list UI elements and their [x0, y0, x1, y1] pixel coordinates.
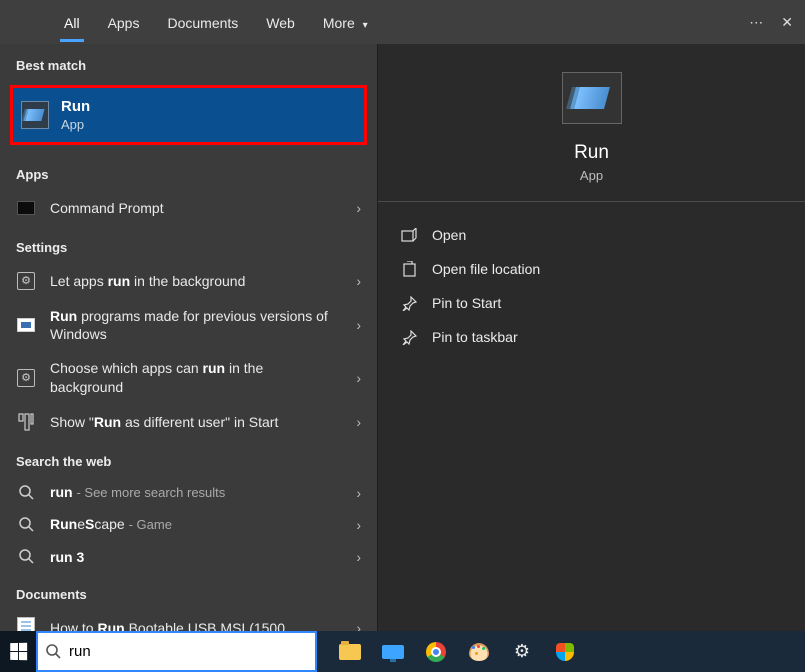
- tab-documents[interactable]: Documents: [153, 5, 252, 39]
- preview-subtitle: App: [580, 168, 603, 183]
- section-web: Search the web: [0, 440, 377, 477]
- action-label: Open file location: [432, 261, 540, 277]
- result-label: Run programs made for previous versions …: [50, 307, 336, 343]
- preview-title: Run: [574, 142, 609, 164]
- taskbar-chrome[interactable]: [421, 637, 451, 667]
- taskbar-settings[interactable]: ⚙: [507, 637, 537, 667]
- chrome-icon: [426, 642, 446, 662]
- windows-logo-icon: [10, 643, 27, 660]
- taskbar-your-phone[interactable]: [378, 637, 408, 667]
- result-label: run 3: [50, 548, 336, 566]
- shield-icon: [556, 643, 574, 661]
- run-icon: [21, 101, 49, 129]
- location-icon: [400, 259, 418, 279]
- monitor-icon: [382, 645, 404, 659]
- search-icon: [16, 483, 36, 503]
- section-best-match: Best match: [0, 44, 377, 81]
- action-pin-to-start[interactable]: Pin to Start: [392, 286, 791, 320]
- result-command-prompt[interactable]: Command Prompt ›: [0, 190, 377, 226]
- chevron-right-icon[interactable]: ›: [350, 370, 367, 386]
- taskbar-security[interactable]: [550, 637, 580, 667]
- chevron-right-icon[interactable]: ›: [350, 317, 367, 333]
- start-button[interactable]: [0, 631, 36, 672]
- action-label: Pin to taskbar: [432, 329, 518, 345]
- chevron-right-icon[interactable]: ›: [350, 620, 367, 631]
- tab-web[interactable]: Web: [252, 5, 309, 39]
- result-let-apps-run-bg[interactable]: Let apps run in the background ›: [0, 263, 377, 299]
- chevron-right-icon[interactable]: ›: [350, 273, 367, 289]
- gear-icon: ⚙: [514, 641, 530, 662]
- chevron-right-icon[interactable]: ›: [350, 517, 367, 533]
- section-apps: Apps: [0, 153, 377, 190]
- tab-all[interactable]: All: [50, 5, 94, 39]
- chevron-down-icon: ▾: [363, 20, 368, 31]
- taskbar-file-explorer[interactable]: [335, 637, 365, 667]
- open-icon: [400, 225, 418, 245]
- search-icon: [46, 644, 61, 659]
- result-web-run3[interactable]: run 3 ›: [0, 541, 377, 573]
- chevron-right-icon[interactable]: ›: [350, 485, 367, 501]
- taskbar: ⚙: [0, 631, 805, 672]
- taskbar-search[interactable]: [36, 631, 317, 672]
- close-icon[interactable]: ✕: [781, 14, 793, 31]
- chevron-right-icon[interactable]: ›: [350, 549, 367, 565]
- best-match-run[interactable]: Run App: [10, 85, 367, 145]
- result-run-programs-previous[interactable]: Run programs made for previous versions …: [0, 299, 377, 351]
- best-match-subtitle: App: [61, 117, 90, 132]
- best-match-title: Run: [61, 98, 90, 115]
- section-settings: Settings: [0, 226, 377, 263]
- settings-icon: [16, 315, 36, 335]
- results-pane: Best match Run App Apps Command Prompt ›…: [0, 44, 377, 631]
- folder-icon: [339, 644, 361, 660]
- preview-actions: Open Open file location Pin to Start Pin…: [378, 202, 805, 370]
- result-label: RuneScape - Game: [50, 515, 336, 534]
- action-open[interactable]: Open: [392, 218, 791, 252]
- result-show-run-as-user[interactable]: Show "Run as different user" in Start ›: [0, 404, 377, 440]
- result-web-runescape[interactable]: RuneScape - Game ›: [0, 509, 377, 541]
- result-label: Show "Run as different user" in Start: [50, 413, 336, 431]
- pin-icon: [400, 293, 418, 313]
- preview-pane: Run App Open Open file location Pin to: [377, 44, 805, 631]
- result-web-run[interactable]: run - See more search results ›: [0, 477, 377, 509]
- pin-icon: [400, 327, 418, 347]
- result-choose-apps-run-bg[interactable]: Choose which apps can run in the backgro…: [0, 351, 377, 403]
- search-icon: [16, 515, 36, 535]
- section-documents: Documents: [0, 573, 377, 610]
- action-label: Pin to Start: [432, 295, 501, 311]
- settings-icon: [16, 271, 36, 291]
- result-label: Choose which apps can run in the backgro…: [50, 359, 336, 395]
- paint-icon: [469, 643, 489, 661]
- search-icon: [16, 547, 36, 567]
- settings-icon: [16, 412, 36, 432]
- action-open-file-location[interactable]: Open file location: [392, 252, 791, 286]
- result-label: Let apps run in the background: [50, 272, 336, 290]
- result-label: How to Run Bootable USB MSI (1500: [50, 619, 336, 631]
- result-label: run - See more search results: [50, 483, 336, 502]
- tab-more[interactable]: More ▾: [309, 5, 382, 39]
- chevron-right-icon[interactable]: ›: [350, 200, 367, 216]
- tab-apps[interactable]: Apps: [94, 5, 154, 39]
- search-input[interactable]: [69, 643, 307, 660]
- action-label: Open: [432, 227, 466, 243]
- more-options-icon[interactable]: ⋯: [749, 14, 763, 31]
- action-pin-to-taskbar[interactable]: Pin to taskbar: [392, 320, 791, 354]
- settings-icon: [16, 368, 36, 388]
- taskbar-paint[interactable]: [464, 637, 494, 667]
- preview-run-icon: [562, 72, 622, 124]
- result-label: Command Prompt: [50, 199, 336, 217]
- tab-more-label: More: [323, 15, 355, 31]
- chevron-right-icon[interactable]: ›: [350, 414, 367, 430]
- command-prompt-icon: [16, 198, 36, 218]
- result-doc-bootable-usb[interactable]: How to Run Bootable USB MSI (1500 ›: [0, 610, 377, 631]
- document-icon: [16, 618, 36, 631]
- search-header: All Apps Documents Web More ▾ ⋯ ✕: [0, 0, 805, 44]
